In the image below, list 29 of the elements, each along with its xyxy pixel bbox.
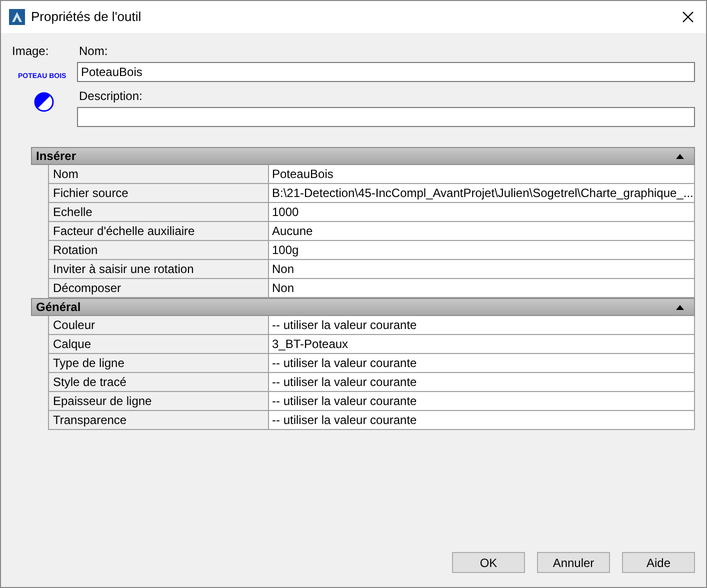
property-value[interactable]: -- utiliser la valeur courante: [269, 411, 695, 429]
section-header[interactable]: Général: [31, 298, 695, 316]
property-value[interactable]: PoteauBois: [269, 165, 695, 183]
half-filled-circle-icon: [34, 92, 54, 112]
description-label: Description:: [79, 88, 144, 105]
dialog-button[interactable]: Aide: [622, 552, 695, 573]
name-field[interactable]: PoteauBois: [77, 62, 695, 82]
section-title: Général: [36, 299, 81, 316]
section-header[interactable]: Insérer: [31, 147, 695, 165]
dialog-button[interactable]: OK: [452, 552, 525, 573]
property-value[interactable]: 1000: [269, 203, 695, 221]
property-value[interactable]: 3_BT-Poteaux: [269, 335, 695, 353]
property-value[interactable]: -- utiliser la valeur courante: [269, 354, 695, 372]
section-title: Insérer: [36, 148, 76, 165]
window-title: Propriétés de l'outil: [31, 8, 142, 26]
description-field[interactable]: [77, 107, 695, 127]
image-label: Image:: [12, 43, 50, 60]
property-value[interactable]: 100g: [269, 241, 695, 259]
property-value[interactable]: Aucune: [269, 222, 695, 240]
property-value[interactable]: Non: [269, 260, 695, 278]
property-value[interactable]: -- utiliser la valeur courante: [269, 392, 695, 410]
app-logo-icon: [9, 9, 25, 25]
dialog-button[interactable]: Annuler: [537, 552, 610, 573]
property-value[interactable]: B:\21-Detection\45-IncCompl_AvantProjet\Julien\Sogetrel\Charte_graphique_...: [269, 184, 695, 202]
property-value[interactable]: -- utiliser la valeur courante: [269, 373, 695, 391]
close-icon[interactable]: [682, 11, 694, 23]
property-value[interactable]: -- utiliser la valeur courante: [269, 316, 695, 334]
name-label: Nom:: [79, 43, 109, 60]
property-value[interactable]: Non: [269, 279, 695, 297]
